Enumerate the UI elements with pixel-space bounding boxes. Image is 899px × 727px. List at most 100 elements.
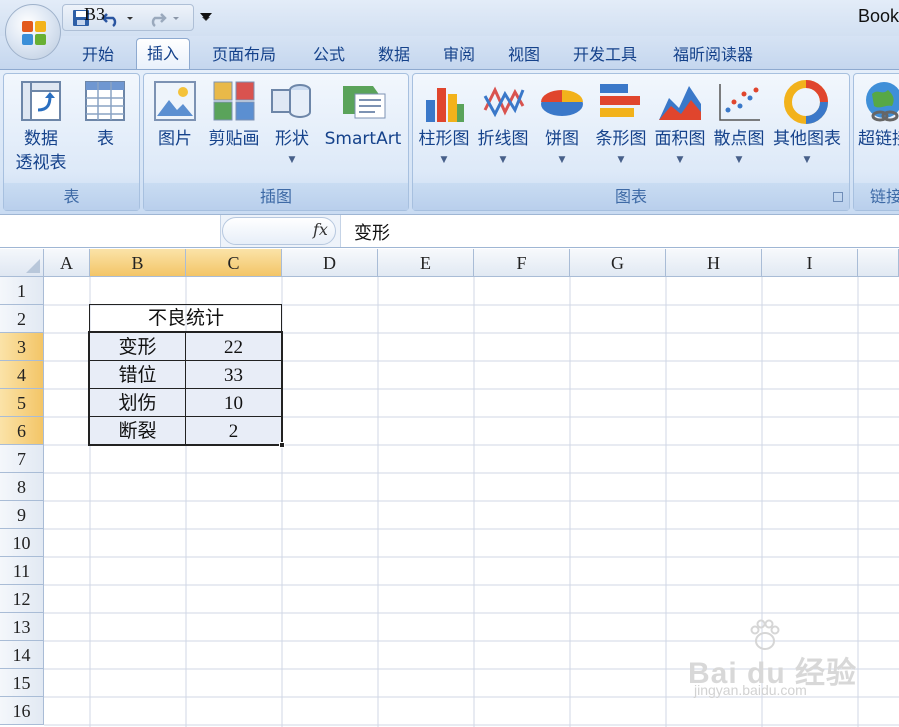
row-header-1[interactable]: 1 — [0, 277, 44, 305]
row-header-7[interactable]: 7 — [0, 445, 44, 473]
row-header-12[interactable]: 12 — [0, 585, 44, 613]
row-header-16[interactable]: 16 — [0, 697, 44, 725]
column-header-f[interactable]: F — [474, 249, 570, 277]
row-header-2[interactable]: 2 — [0, 305, 44, 333]
row-header-14[interactable]: 14 — [0, 641, 44, 669]
smartart-label: SmartArt — [324, 129, 402, 149]
scatter-chart-label: 散点图 — [713, 129, 765, 149]
tab-review[interactable]: 审阅 — [443, 42, 475, 68]
insert-function-icon[interactable]: fx — [313, 220, 328, 239]
row-header-8[interactable]: 8 — [0, 473, 44, 501]
other-charts-icon — [784, 80, 828, 124]
tab-page-layout[interactable]: 页面布局 — [212, 42, 276, 68]
charts-dialog-launcher-icon[interactable] — [833, 192, 843, 202]
row-header-13[interactable]: 13 — [0, 613, 44, 641]
shapes-button[interactable]: 形状 ▼ — [266, 78, 318, 178]
row-header-5[interactable]: 5 — [0, 389, 44, 417]
line-chart-button[interactable]: 折线图 ▼ — [474, 78, 532, 178]
column-header-g[interactable]: G — [570, 249, 666, 277]
line-chart-dropdown-icon: ▼ — [499, 155, 507, 165]
tab-developer[interactable]: 开发工具 — [573, 42, 637, 68]
tab-data[interactable]: 数据 — [378, 42, 410, 68]
table-icon — [85, 81, 125, 121]
group-tables-label: 表 — [4, 183, 139, 210]
fill-handle[interactable] — [279, 442, 285, 448]
other-charts-button[interactable]: 其他图表 ▼ — [769, 78, 845, 178]
group-charts-label: 图表 — [413, 183, 849, 210]
tab-formulas[interactable]: 公式 — [313, 42, 345, 68]
office-logo-icon — [22, 21, 46, 45]
area-chart-button[interactable]: 面积图 ▼ — [651, 78, 709, 178]
clipart-label: 剪贴画 — [208, 129, 260, 149]
picture-button[interactable]: 图片 — [150, 78, 200, 178]
formula-input-value: 变形 — [354, 223, 390, 244]
table-row-label: 断裂 — [118, 420, 157, 442]
bar-chart-button[interactable]: 条形图 ▼ — [592, 78, 650, 178]
tab-insert[interactable]: 插入 — [136, 38, 191, 70]
column-header-partial[interactable] — [858, 249, 899, 277]
pivot-table-button[interactable]: 数据 透视表 — [6, 78, 76, 178]
pie-chart-icon — [541, 90, 583, 116]
area-chart-label: 面积图 — [654, 129, 706, 149]
row-header-4[interactable]: 4 — [0, 361, 44, 389]
row-header-6[interactable]: 6 — [0, 417, 44, 445]
column-header-b[interactable]: B — [90, 249, 186, 277]
table-row-label: 划伤 — [118, 392, 157, 414]
name-box[interactable] — [0, 215, 221, 247]
table-button[interactable]: 表 — [78, 78, 133, 178]
row-header-9[interactable]: 9 — [0, 501, 44, 529]
clipart-icon — [213, 81, 255, 121]
row-header-15[interactable]: 15 — [0, 669, 44, 697]
other-charts-dropdown-icon: ▼ — [803, 155, 811, 165]
tab-foxit-reader[interactable]: 福昕阅读器 — [673, 42, 753, 68]
row-header-3[interactable]: 3 — [0, 333, 44, 361]
bar-chart-label: 条形图 — [595, 129, 647, 149]
column-chart-label: 柱形图 — [418, 129, 470, 149]
watermark-sub: jingyan.baidu.com — [694, 682, 807, 698]
column-header-c[interactable]: C — [186, 249, 282, 277]
column-header-e[interactable]: E — [378, 249, 474, 277]
shapes-label: 形状 — [275, 129, 309, 149]
smartart-button[interactable]: SmartArt — [321, 78, 405, 178]
table-title: 不良统计 — [147, 307, 224, 329]
column-header-d[interactable]: D — [282, 249, 378, 277]
pie-chart-button[interactable]: 饼图 ▼ — [534, 78, 590, 178]
row-header-10[interactable]: 10 — [0, 529, 44, 557]
tab-home[interactable]: 开始 — [82, 42, 114, 68]
row-header-11[interactable]: 11 — [0, 557, 44, 585]
clipart-button[interactable]: 剪贴画 — [203, 78, 265, 178]
column-chart-button[interactable]: 柱形图 ▼ — [415, 78, 473, 178]
area-chart-icon — [659, 86, 701, 120]
scatter-chart-icon — [719, 84, 760, 121]
column-chart-icon — [426, 88, 464, 122]
other-charts-label: 其他图表 — [773, 129, 841, 149]
redo-icon[interactable] — [147, 8, 167, 28]
hyperlink-button[interactable]: 超链接 — [856, 78, 899, 178]
quick-access-toolbar — [62, 4, 194, 31]
window-title: Book — [857, 6, 899, 26]
line-chart-label: 折线图 — [477, 129, 529, 149]
table-row-value: 2 — [228, 421, 239, 442]
paw-icon — [750, 619, 780, 650]
pie-chart-label: 饼图 — [545, 129, 579, 149]
shapes-icon — [271, 84, 311, 118]
name-box-dropdown-icon[interactable] — [200, 13, 212, 20]
smartart-icon — [343, 86, 386, 119]
column-header-a[interactable]: A — [44, 249, 90, 277]
area-chart-dropdown-icon: ▼ — [676, 155, 684, 165]
table-row-label: 错位 — [118, 364, 157, 386]
group-links-label: 链接 — [854, 183, 899, 210]
office-button[interactable] — [5, 4, 61, 60]
tab-view[interactable]: 视图 — [508, 42, 540, 68]
redo-dropdown-icon[interactable] — [171, 8, 181, 28]
undo-dropdown-icon[interactable] — [125, 8, 135, 28]
table-row-value: 22 — [224, 337, 243, 358]
column-header-i[interactable]: I — [762, 249, 858, 277]
pie-chart-dropdown-icon: ▼ — [558, 155, 566, 165]
column-header-h[interactable]: H — [666, 249, 762, 277]
picture-label: 图片 — [158, 129, 192, 149]
select-all-button[interactable] — [0, 249, 44, 277]
scatter-chart-button[interactable]: 散点图 ▼ — [710, 78, 768, 178]
pivot-table-label-2: 透视表 — [15, 153, 67, 173]
formula-input[interactable] — [340, 215, 899, 247]
